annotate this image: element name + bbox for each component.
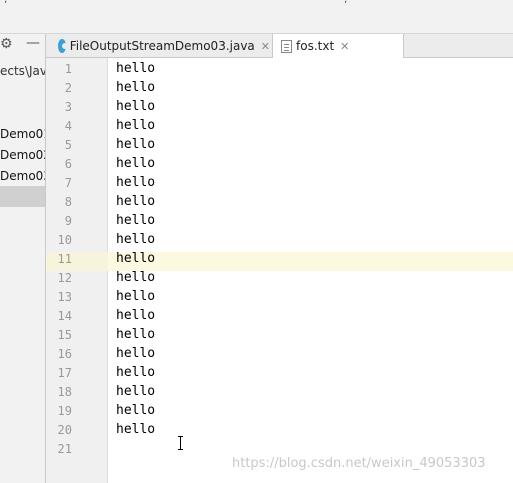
code-line[interactable]: hello (116, 99, 155, 114)
line-number: 18 (57, 385, 72, 399)
line-number: 15 (57, 328, 72, 342)
code-line[interactable]: hello (116, 175, 155, 190)
line-number: 10 (57, 233, 72, 247)
tab-fileoutputstreamdemo03[interactable]: FileOutputStreamDemo03.java ✕ (52, 34, 270, 58)
code-line[interactable]: hello (116, 61, 155, 76)
code-line[interactable]: hello (116, 384, 155, 399)
code-line[interactable]: hello (116, 156, 155, 171)
line-number: 1 (64, 62, 72, 76)
code-line[interactable]: hello (116, 289, 155, 304)
code-line[interactable]: hello (116, 327, 155, 342)
line-number: 11 (57, 252, 72, 266)
toolbar-mark-right: ʼ (344, 0, 348, 11)
code-line[interactable]: hello (116, 137, 155, 152)
project-path: ects\Java (0, 64, 45, 78)
tab-fos-txt[interactable]: fos.txt ✕ (272, 34, 404, 59)
tab-label: FileOutputStreamDemo03.java (69, 39, 255, 53)
gear-icon[interactable]: ⚙ (0, 37, 14, 51)
line-number: 2 (64, 81, 72, 95)
tab-label: fos.txt (296, 39, 335, 53)
line-number: 5 (64, 138, 72, 152)
line-number: 4 (64, 119, 72, 133)
line-number: 12 (57, 271, 72, 285)
line-number: 3 (64, 100, 72, 114)
line-number: 6 (64, 157, 72, 171)
line-number: 8 (64, 195, 72, 209)
close-icon[interactable]: ✕ (340, 40, 349, 53)
code-line[interactable]: hello (116, 308, 155, 323)
line-number: 13 (57, 290, 72, 304)
tree-item-demo02[interactable]: Demo02 (0, 148, 45, 162)
code-line[interactable]: hello (116, 232, 155, 247)
line-number: 9 (64, 214, 72, 228)
code-line[interactable]: hello (116, 118, 155, 133)
code-line[interactable]: hello (116, 251, 155, 266)
code-line[interactable]: hello (116, 270, 155, 285)
close-icon[interactable]: ✕ (261, 40, 270, 53)
code-line[interactable]: hello (116, 213, 155, 228)
toolbar: ʼ ʼ (0, 0, 513, 34)
java-class-icon (58, 39, 68, 53)
collapse-icon[interactable]: — (26, 36, 40, 50)
line-number: 21 (57, 442, 72, 456)
tree-item-demo03[interactable]: Demo03 (0, 169, 45, 183)
line-number: 19 (57, 404, 72, 418)
project-panel: ⚙ — ects\Java Demo01 Demo02 Demo03 (0, 34, 46, 483)
code-line[interactable]: hello (116, 365, 155, 380)
toolbar-mark-left: ʼ (4, 0, 8, 11)
watermark: https://blog.csdn.net/weixin_49053303 (232, 456, 486, 471)
line-number: 7 (64, 176, 72, 190)
line-number: 16 (57, 347, 72, 361)
line-number: 14 (57, 309, 72, 323)
code-line[interactable]: hello (116, 194, 155, 209)
code-line[interactable]: hello (116, 403, 155, 418)
tree-item-demo01[interactable]: Demo01 (0, 127, 45, 141)
line-number: 17 (57, 366, 72, 380)
code-line[interactable]: hello (116, 422, 155, 437)
text-cursor-icon (178, 436, 184, 450)
code-line[interactable]: hello (116, 80, 155, 95)
line-number: 20 (57, 423, 72, 437)
editor-tab-bar: FileOutputStreamDemo03.java ✕ fos.txt ✕ (46, 34, 513, 59)
text-file-icon (281, 39, 292, 53)
tree-selection (0, 186, 45, 207)
code-line[interactable]: hello (116, 346, 155, 361)
